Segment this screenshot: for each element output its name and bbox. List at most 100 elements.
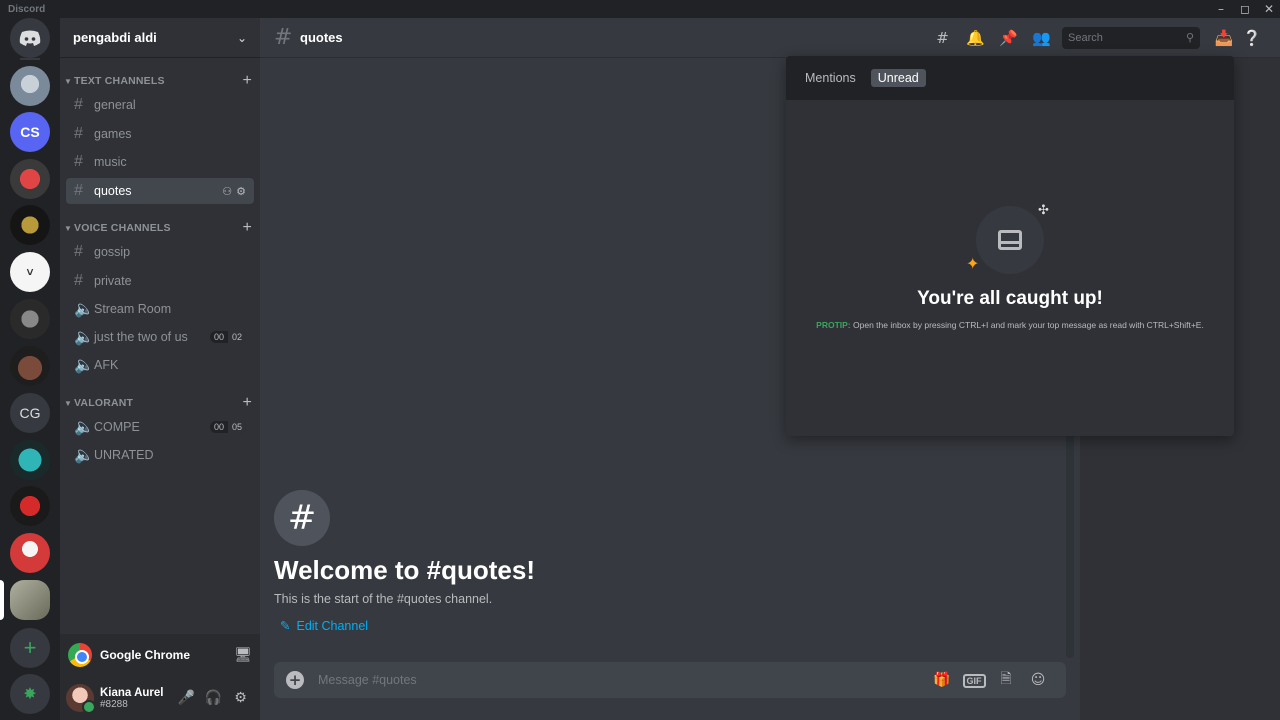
edit-channel-link[interactable]: ✎ Edit Channel xyxy=(280,618,1034,634)
channel-compe[interactable]: 🔈 COMPE 00 05 xyxy=(66,414,254,440)
server-initials: CS xyxy=(20,124,40,140)
user-info[interactable]: Kiana Aurel #8288 xyxy=(100,687,173,710)
pin-icon[interactable]: 📌 xyxy=(992,29,1025,47)
emoji-icon[interactable]: ☺ xyxy=(1022,672,1054,688)
channel-label: just the two of us xyxy=(94,330,188,344)
speaker-icon: 🔈 xyxy=(74,419,94,436)
title-bar: Discord – ◻ ✕ xyxy=(0,0,1280,18)
category-valorant[interactable]: ▼ VALORANT + xyxy=(64,394,252,412)
members-icon[interactable]: 👥 xyxy=(1025,29,1058,47)
channel-header: # quotes # 🔔 📌 👥 Search ⚲ 📥 ❔ xyxy=(260,18,1280,58)
gear-icon[interactable]: ⚙ xyxy=(236,185,246,198)
sparkle-icon: ✦ xyxy=(966,254,980,273)
invite-people-icon[interactable]: ⚇ xyxy=(222,185,232,198)
server-icon-11[interactable] xyxy=(10,533,50,573)
microphone-icon[interactable]: 🎤 xyxy=(173,690,200,706)
channel-label: Stream Room xyxy=(94,302,172,316)
threads-icon[interactable]: # xyxy=(926,29,959,47)
server-icon-7[interactable] xyxy=(10,346,50,386)
explore-servers-button[interactable]: ✸ xyxy=(10,674,50,714)
sticker-icon[interactable]: 🗎 xyxy=(990,668,1022,692)
tab-unread[interactable]: Unread xyxy=(870,69,926,87)
guild-header[interactable]: pengabdi aldi ⌄ xyxy=(60,18,260,58)
server-icon-3[interactable] xyxy=(10,159,50,199)
help-icon[interactable]: ❔ xyxy=(1238,29,1266,47)
tray-icon xyxy=(998,230,1022,250)
user-limit: 02 xyxy=(227,331,246,343)
inbox-tabs: Mentions Unread xyxy=(786,56,1234,100)
server-icon-1[interactable] xyxy=(10,66,50,106)
home-button[interactable] xyxy=(10,18,50,58)
compass-icon: ✸ xyxy=(23,686,37,703)
inbox-icon[interactable]: 📥 xyxy=(1210,29,1238,47)
category-text-channels[interactable]: ▼ TEXT CHANNELS + xyxy=(64,72,252,90)
close-button[interactable]: ✕ xyxy=(1258,1,1280,17)
channel-label: COMPE xyxy=(94,420,140,434)
channel-label: gossip xyxy=(94,245,131,259)
user-limit-counter: 00 05 xyxy=(209,421,246,433)
channel-games[interactable]: # games xyxy=(66,121,254,147)
message-input[interactable] xyxy=(318,673,926,687)
channel-label: quotes xyxy=(94,184,132,198)
channel-private[interactable]: # private xyxy=(66,268,254,294)
server-icon-9[interactable] xyxy=(10,440,50,480)
server-icon-5[interactable]: ˅ xyxy=(10,252,50,292)
pencil-icon: ✎ xyxy=(280,619,291,633)
server-icon-cs[interactable]: CS xyxy=(10,112,50,152)
create-channel-button[interactable]: + xyxy=(242,72,252,90)
server-icon-6[interactable] xyxy=(10,299,50,339)
screen-share-icon[interactable]: 🖥 xyxy=(234,647,252,663)
tab-mentions[interactable]: Mentions xyxy=(798,69,863,87)
hash-icon: # xyxy=(74,243,83,260)
hash-icon: # xyxy=(274,490,330,546)
search-icon: ⚲ xyxy=(1185,32,1194,44)
avatar[interactable] xyxy=(66,684,96,714)
discord-logo-icon xyxy=(19,30,41,46)
bell-icon[interactable]: 🔔 xyxy=(959,29,992,47)
search-input[interactable]: Search ⚲ xyxy=(1062,26,1200,49)
category-label: VALORANT xyxy=(74,397,134,409)
headphones-icon[interactable]: 🎧 xyxy=(200,690,227,706)
gif-button[interactable]: GIF xyxy=(958,672,990,688)
create-channel-button[interactable]: + xyxy=(242,394,252,412)
channel-gossip[interactable]: # gossip xyxy=(66,239,254,265)
server-icon-10[interactable] xyxy=(10,486,50,526)
channel-music[interactable]: # music xyxy=(66,149,254,175)
speaker-icon: 🔈 xyxy=(74,357,94,374)
channel-general[interactable]: # general xyxy=(66,92,254,118)
activity-panel: Google Chrome 🖥 xyxy=(60,634,260,676)
gear-icon[interactable]: ⚙ xyxy=(227,690,254,706)
category-label: VOICE CHANNELS xyxy=(74,222,171,234)
channel-just-the-two-of-us[interactable]: 🔈 just the two of us 00 02 xyxy=(66,324,254,350)
channel-welcome: # Welcome to #quotes! This is the start … xyxy=(274,490,1034,633)
category-voice-channels[interactable]: ▼ VOICE CHANNELS + xyxy=(64,219,252,237)
protip-text: Open the inbox by pressing CTRL+I and ma… xyxy=(853,320,1204,330)
maximize-button[interactable]: ◻ xyxy=(1234,1,1256,17)
create-channel-button[interactable]: + xyxy=(242,219,252,237)
hash-icon: # xyxy=(74,96,83,113)
edit-channel-label: Edit Channel xyxy=(296,618,369,633)
channel-label: games xyxy=(94,127,132,141)
server-separator xyxy=(20,58,40,60)
server-icon-12[interactable] xyxy=(10,580,50,620)
message-composer: + 🎁 GIF 🗎 ☺ xyxy=(274,662,1066,698)
channel-label: general xyxy=(94,98,136,112)
channel-stream-room[interactable]: 🔈 Stream Room xyxy=(66,296,254,322)
add-attachment-button[interactable]: + xyxy=(286,671,304,689)
channel-quotes[interactable]: # quotes ⚇ ⚙ xyxy=(66,178,254,204)
channel-label: UNRATED xyxy=(94,448,154,462)
server-icon-4[interactable] xyxy=(10,205,50,245)
channel-afk[interactable]: 🔈 AFK xyxy=(66,352,254,378)
add-server-button[interactable]: + xyxy=(10,628,50,668)
channel-unrated[interactable]: 🔈 UNRATED xyxy=(66,442,254,468)
selected-server-indicator xyxy=(0,580,4,620)
chevron-down-icon: ▼ xyxy=(64,398,73,408)
user-discriminator: #8288 xyxy=(100,698,128,710)
category-label: TEXT CHANNELS xyxy=(74,75,165,87)
protip-label: PROTIP: xyxy=(816,320,851,330)
server-initials: CG xyxy=(19,405,41,421)
server-icon-cg[interactable]: CG xyxy=(10,393,50,433)
gift-icon[interactable]: 🎁 xyxy=(926,672,958,688)
minimize-button[interactable]: – xyxy=(1210,1,1232,17)
protip: PROTIP: Open the inbox by pressing CTRL+… xyxy=(786,320,1234,330)
